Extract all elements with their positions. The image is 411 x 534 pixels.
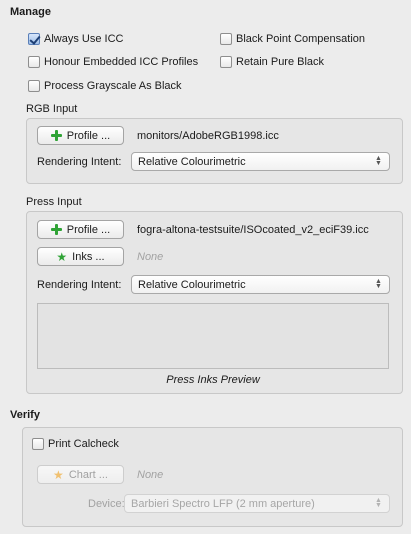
press-inks-preview xyxy=(37,303,389,369)
honour-embedded-checkbox[interactable]: Honour Embedded ICC Profiles xyxy=(28,56,198,68)
press-profile-button[interactable]: Profile ... xyxy=(37,220,124,239)
updown-arrows-icon: ▲ ▼ xyxy=(375,155,382,167)
process-grayscale-checkbox[interactable]: Process Grayscale As Black xyxy=(28,80,182,92)
device-select[interactable]: Barbieri Spectro LFP (2 mm aperture) ▲ ▼ xyxy=(124,494,390,513)
rgb-profile-path: monitors/AdobeRGB1998.icc xyxy=(137,130,279,142)
honour-embedded-label: Honour Embedded ICC Profiles xyxy=(44,56,199,68)
press-profile-path: fogra-altona-testsuite/ISOcoated_v2_eciF… xyxy=(137,224,369,236)
device-label: Device: xyxy=(88,498,125,510)
print-calcheck-checkbox[interactable]: Print Calcheck xyxy=(32,438,119,450)
plus-icon xyxy=(50,130,62,141)
updown-arrows-icon: ▲ ▼ xyxy=(375,497,382,509)
inks-button[interactable]: ★ Inks ... xyxy=(37,247,124,266)
black-point-compensation-checkbox[interactable]: Black Point Compensation xyxy=(220,33,365,45)
verify-title: Verify xyxy=(10,409,40,421)
always-use-icc-checkbox[interactable]: Always Use ICC xyxy=(28,33,123,45)
checkbox-checked-icon xyxy=(28,33,40,45)
updown-arrows-icon: ▲ ▼ xyxy=(375,278,382,290)
print-calcheck-label: Print Calcheck xyxy=(48,438,119,450)
chart-button[interactable]: ★ Chart ... xyxy=(37,465,124,484)
star-icon: ★ xyxy=(53,467,64,482)
press-rendering-intent-label: Rendering Intent: xyxy=(37,279,122,291)
retain-pure-black-checkbox[interactable]: Retain Pure Black xyxy=(220,56,324,68)
press-rendering-intent-select[interactable]: Relative Colourimetric ▲ ▼ xyxy=(131,275,390,294)
rgb-profile-button[interactable]: Profile ... xyxy=(37,126,124,145)
press-input-title: Press Input xyxy=(26,196,82,208)
checkbox-icon xyxy=(32,438,44,450)
process-grayscale-label: Process Grayscale As Black xyxy=(44,80,182,92)
manage-title: Manage xyxy=(10,6,51,18)
checkbox-icon xyxy=(220,56,232,68)
always-use-icc-label: Always Use ICC xyxy=(44,33,124,45)
plus-icon xyxy=(50,224,62,235)
star-icon: ★ xyxy=(56,249,68,264)
press-rendering-intent-value: Relative Colourimetric xyxy=(138,278,246,291)
rgb-rendering-intent-select[interactable]: Relative Colourimetric ▲ ▼ xyxy=(131,152,390,171)
rgb-input-title: RGB Input xyxy=(26,103,78,115)
rgb-profile-button-label: Profile ... xyxy=(66,129,111,142)
rgb-rendering-intent-label: Rendering Intent: xyxy=(37,156,122,168)
chart-button-label: Chart ... xyxy=(68,468,108,481)
chart-value: None xyxy=(137,469,164,481)
black-point-compensation-label: Black Point Compensation xyxy=(236,33,366,45)
inks-button-label: Inks ... xyxy=(72,250,105,263)
rgb-rendering-intent-value: Relative Colourimetric xyxy=(138,155,246,168)
device-value: Barbieri Spectro LFP (2 mm aperture) xyxy=(131,497,315,510)
inks-value: None xyxy=(137,251,164,263)
checkbox-icon xyxy=(28,80,40,92)
checkbox-icon xyxy=(220,33,232,45)
checkbox-icon xyxy=(28,56,40,68)
press-inks-preview-caption: Press Inks Preview xyxy=(166,374,260,386)
retain-pure-black-label: Retain Pure Black xyxy=(236,56,325,68)
press-profile-button-label: Profile ... xyxy=(66,223,111,236)
